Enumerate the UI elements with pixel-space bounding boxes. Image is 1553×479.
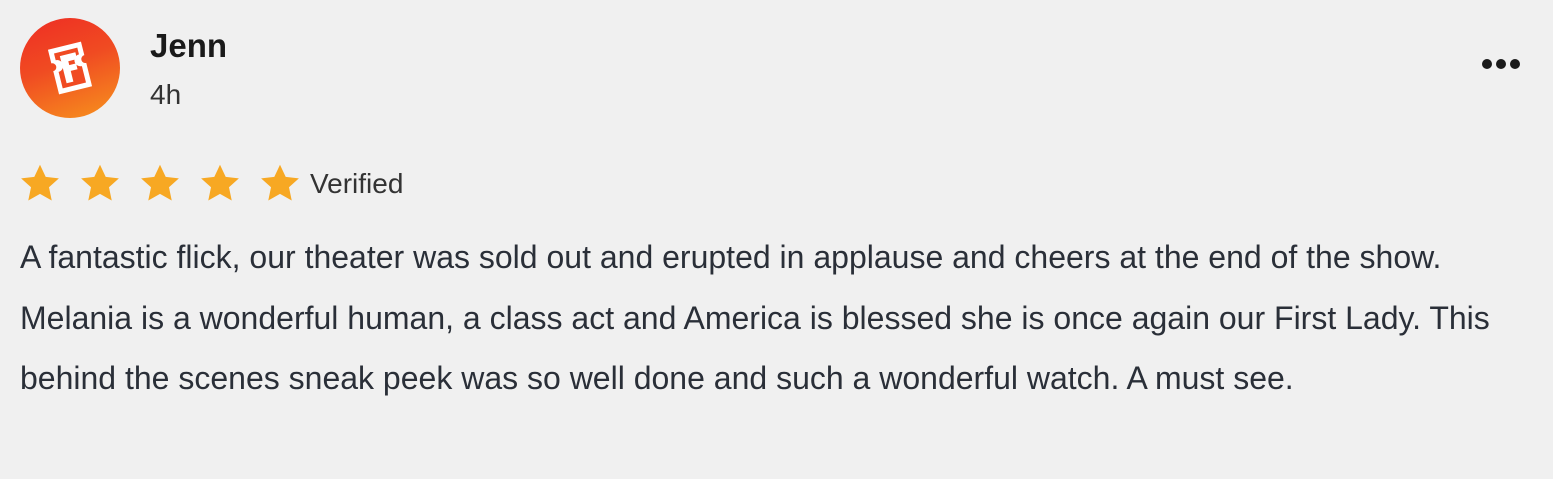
star-rating — [18, 162, 310, 206]
review-text: A fantastic flick, our theater was sold … — [20, 239, 1490, 396]
rating-row: Verified — [18, 162, 403, 206]
author-name[interactable]: Jenn — [150, 26, 227, 66]
more-options-icon — [1482, 59, 1520, 69]
review-timestamp: 4h — [150, 79, 182, 110]
star-icon — [261, 164, 299, 201]
star-icon — [201, 164, 239, 201]
star-icon — [81, 164, 119, 201]
review-card: Jenn 4h Verified A fantastic flick, our … — [0, 0, 1553, 479]
fandango-logo-icon — [47, 41, 93, 95]
more-options-button[interactable] — [1474, 46, 1528, 82]
verified-badge: Verified — [310, 168, 404, 199]
avatar[interactable] — [20, 18, 120, 118]
star-icon — [21, 164, 59, 201]
star-icon — [141, 164, 179, 201]
